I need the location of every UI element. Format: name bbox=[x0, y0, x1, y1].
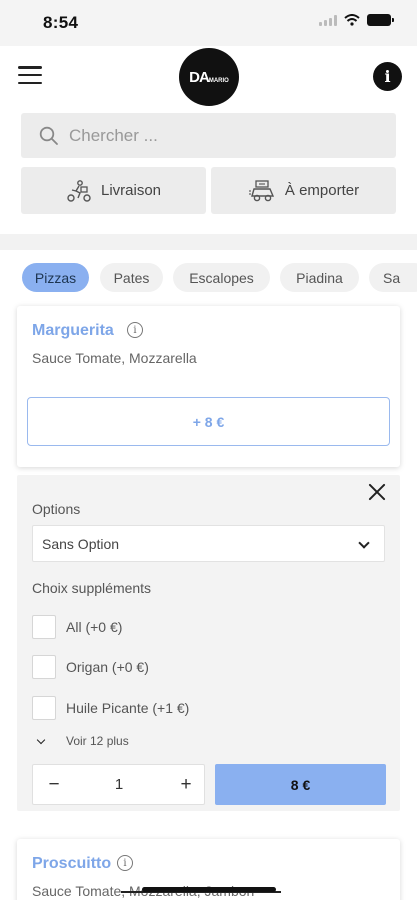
increment-button[interactable]: + bbox=[175, 773, 197, 797]
takeaway-button[interactable]: À emporter bbox=[211, 167, 396, 214]
product-info-icon[interactable]: i bbox=[127, 322, 143, 338]
status-time: 8:54 bbox=[43, 13, 79, 32]
options-panel: Options Sans Option Choix suppléments Al… bbox=[17, 475, 400, 811]
search-input[interactable] bbox=[69, 125, 369, 146]
tab-pizzas[interactable]: Pizzas bbox=[22, 263, 89, 292]
home-indicator[interactable] bbox=[142, 887, 276, 892]
confirm-add-button[interactable]: 8 € bbox=[215, 764, 386, 805]
extra-label: All (+0 €) bbox=[66, 619, 123, 635]
tab-piadina[interactable]: Piadina bbox=[280, 263, 359, 292]
takeaway-car-icon bbox=[248, 179, 274, 201]
takeaway-label: À emporter bbox=[284, 182, 360, 199]
signal-icon bbox=[319, 14, 337, 26]
extra-option[interactable]: All (+0 €) bbox=[32, 615, 122, 639]
quantity-stepper: − 1 + bbox=[32, 764, 205, 805]
section-divider bbox=[0, 234, 417, 250]
product-info-icon[interactable]: i bbox=[117, 855, 133, 871]
product-name[interactable]: Proscuitto bbox=[32, 855, 111, 873]
chevron-down-icon bbox=[358, 537, 370, 549]
delivery-button[interactable]: Livraison bbox=[21, 167, 206, 214]
delivery-label: Livraison bbox=[100, 182, 162, 199]
show-more-button[interactable]: Voir 12 plus bbox=[36, 734, 129, 748]
status-icons bbox=[319, 14, 394, 26]
options-label: Options bbox=[32, 501, 81, 517]
checkbox[interactable] bbox=[32, 696, 56, 720]
checkbox[interactable] bbox=[32, 655, 56, 679]
delivery-scooter-icon bbox=[67, 179, 91, 202]
product-card: Marguerita i Sauce Tomate, Mozzarella + … bbox=[17, 306, 400, 467]
selected-option: Sans Option bbox=[42, 535, 120, 552]
tab-salades[interactable]: Sa bbox=[369, 263, 417, 292]
extra-label: Origan (+0 €) bbox=[66, 659, 149, 675]
search-icon bbox=[39, 126, 58, 145]
quantity-value[interactable]: 1 bbox=[93, 773, 145, 797]
search-bar[interactable] bbox=[21, 113, 396, 158]
tab-escalopes[interactable]: Escalopes bbox=[173, 263, 270, 292]
wifi-icon bbox=[344, 14, 360, 26]
show-more-label: Voir 12 plus bbox=[66, 734, 129, 748]
restaurant-logo[interactable]: DAMARIO bbox=[179, 48, 239, 106]
chevron-down-icon bbox=[36, 735, 46, 744]
info-icon[interactable]: i bbox=[373, 62, 402, 91]
app-header: DAMARIO i bbox=[0, 46, 417, 108]
decrement-button[interactable]: − bbox=[43, 773, 65, 797]
status-bar: 8:54 bbox=[0, 0, 417, 46]
extra-option[interactable]: Origan (+0 €) bbox=[32, 655, 149, 679]
checkbox[interactable] bbox=[32, 615, 56, 639]
extra-label: Huile Picante (+1 €) bbox=[66, 700, 190, 716]
close-icon[interactable] bbox=[365, 480, 389, 504]
hamburger-menu-icon[interactable] bbox=[18, 66, 42, 84]
tab-pates[interactable]: Pates bbox=[100, 263, 163, 292]
extras-label: Choix suppléments bbox=[32, 580, 152, 596]
category-tabs: Pizzas Pates Escalopes Piadina Sa bbox=[0, 263, 417, 293]
product-description: Sauce Tomate, Mozzarella bbox=[32, 350, 197, 366]
options-select[interactable]: Sans Option bbox=[32, 525, 385, 562]
battery-icon bbox=[367, 14, 394, 26]
add-to-cart-button[interactable]: + 8 € bbox=[27, 397, 390, 446]
extra-option[interactable]: Huile Picante (+1 €) bbox=[32, 696, 189, 720]
product-name[interactable]: Marguerita bbox=[32, 322, 114, 340]
